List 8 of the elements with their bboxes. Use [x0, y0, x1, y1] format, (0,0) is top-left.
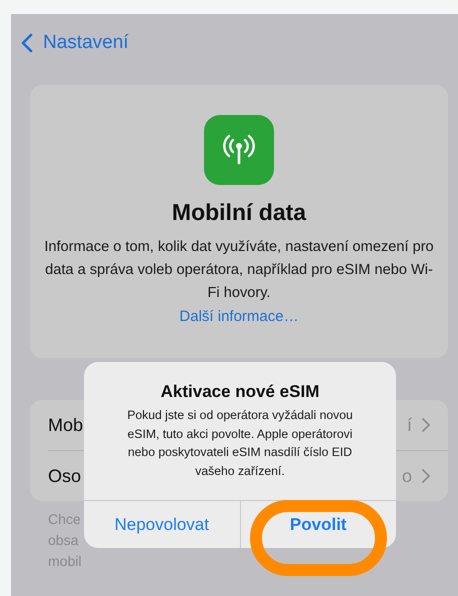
card-description: Informace o tom, kolik dat využíváte, nastavení omezení pro data a správa voleb operátora, například pro eSIM nebo Wi-Fi hovory. — [43, 238, 435, 303]
row-label: Mob — [48, 414, 84, 436]
alert-message: Pokud jste si od operátora vyžádali novou eSIM, tuto akci povolte. Apple operátorovi nebo poskytovateli eSIM nasdílí číslo EID vašeho zařízení. — [126, 407, 354, 480]
alert-title: Aktivace nové eSIM — [160, 382, 320, 402]
row-label: Oso — [48, 466, 82, 486]
row-value: í — [406, 414, 412, 436]
row-value: o — [402, 466, 412, 486]
card-title: Mobilní data — [172, 199, 306, 226]
